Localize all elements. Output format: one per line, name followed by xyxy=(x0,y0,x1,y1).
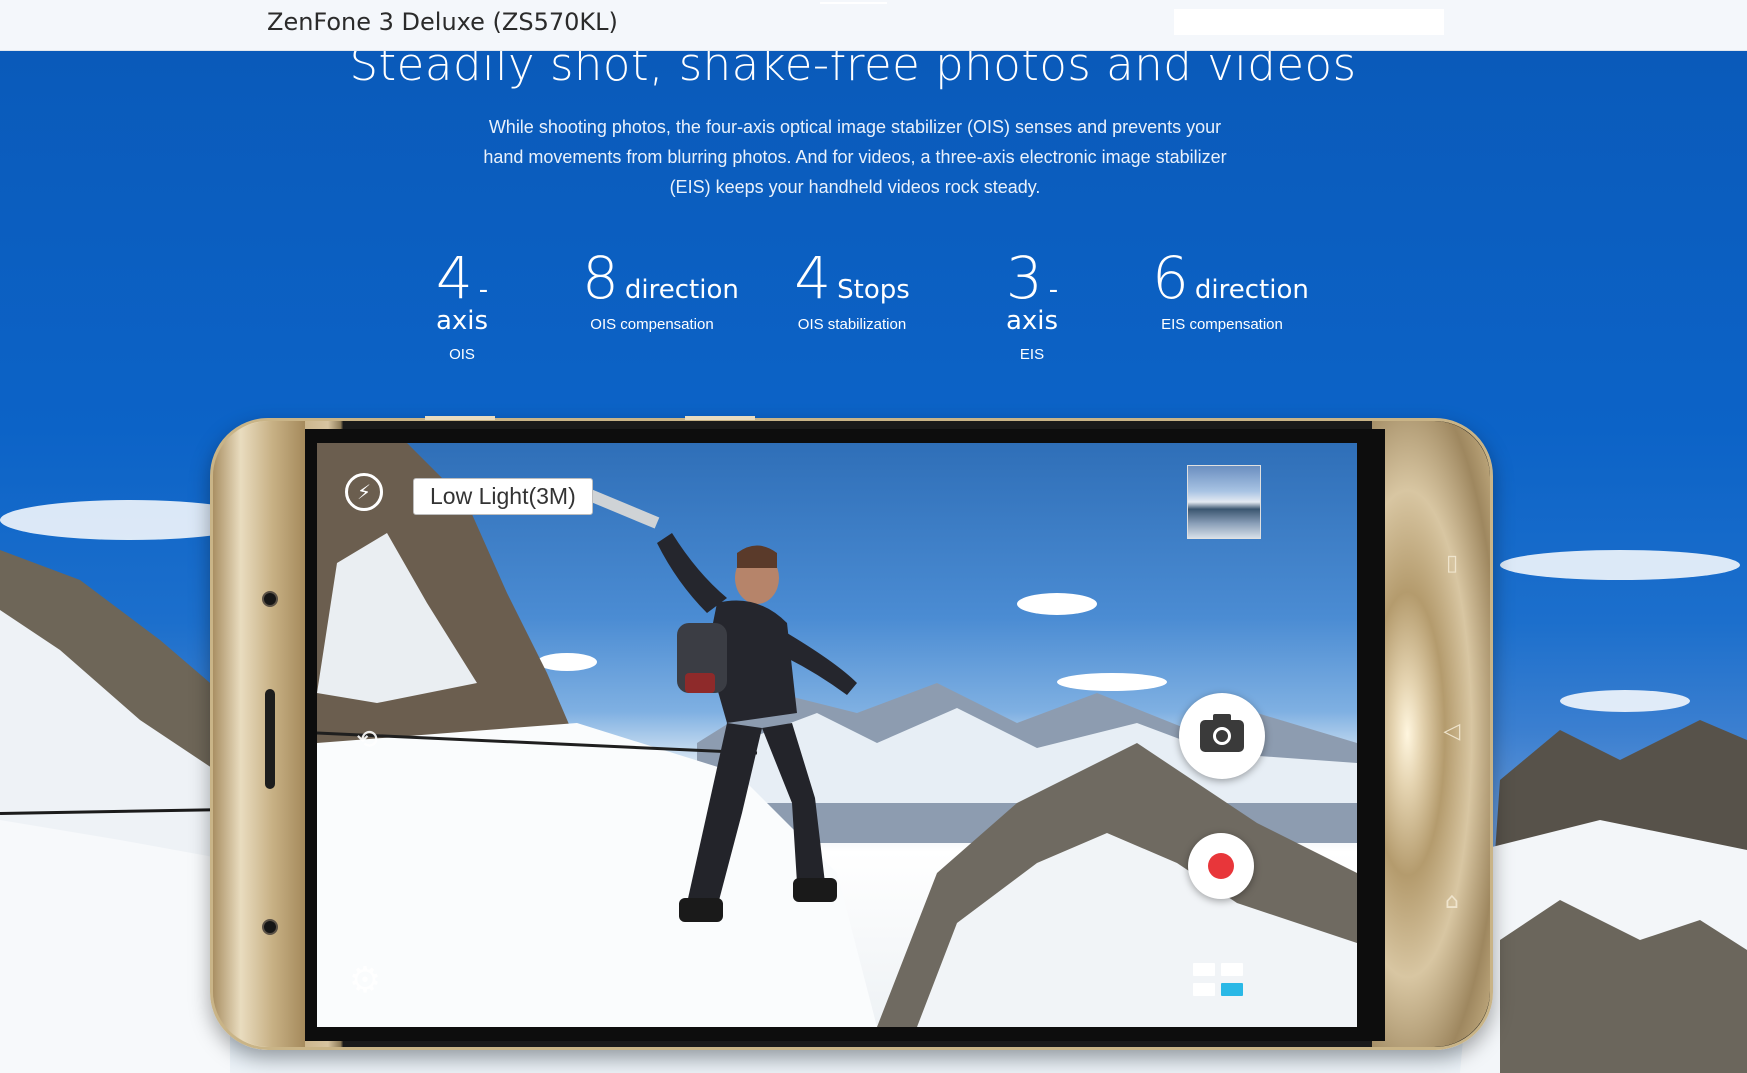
phone-left-bezel xyxy=(213,421,305,1047)
stats-row: 4- axis OIS 8 direction OIS compensation … xyxy=(0,249,1747,363)
volume-key xyxy=(425,416,495,420)
stat-unit: direction xyxy=(624,275,739,305)
camera-icon xyxy=(1200,714,1244,752)
stat-number: 6 xyxy=(1152,244,1189,312)
power-key xyxy=(685,416,755,420)
stat-number: 8 xyxy=(582,244,619,312)
top-header-bar: ZenFone 3 Deluxe (ZS570KL) xyxy=(0,0,1747,51)
stat-caption: OIS compensation xyxy=(590,316,714,333)
shutter-button[interactable] xyxy=(1179,693,1265,779)
home-icon[interactable]: ⌂ xyxy=(1439,889,1465,915)
stat-unit: Stops xyxy=(837,275,910,305)
record-icon xyxy=(1208,853,1234,879)
product-title: ZenFone 3 Deluxe (ZS570KL) xyxy=(267,8,618,36)
camera-viewfinder[interactable]: ⚡ Low Light(3M) ⟲ ⚙ xyxy=(317,443,1357,1027)
camera-mode-label[interactable]: Low Light(3M) xyxy=(413,478,593,515)
climber-figure xyxy=(557,483,857,922)
back-icon[interactable]: ◁ xyxy=(1439,719,1465,745)
stat-caption: OIS stabilization xyxy=(797,316,907,333)
search-input[interactable] xyxy=(1174,9,1444,35)
phone-right-bezel xyxy=(1372,421,1490,1047)
record-button[interactable] xyxy=(1188,833,1254,899)
recent-apps-icon[interactable]: ▯ xyxy=(1439,551,1465,577)
stat-number: 4 xyxy=(794,244,832,312)
hero-description: While shooting photos, the four-axis opt… xyxy=(483,117,1227,197)
switch-camera-icon[interactable]: ⟲ xyxy=(347,725,387,755)
phone-mockup: ⚡ Low Light(3M) ⟲ ⚙ ▯ ◁ ⌂ xyxy=(210,416,1493,1050)
earpiece xyxy=(265,689,275,789)
active-tab-indicator xyxy=(820,2,887,4)
flash-auto-icon[interactable]: ⚡ xyxy=(345,473,383,511)
stat-item: 3- axis EIS xyxy=(982,249,1082,363)
stat-item: 4- axis OIS xyxy=(412,249,512,363)
stat-item: 8 direction OIS compensation xyxy=(582,249,739,333)
sensor xyxy=(262,919,278,935)
modes-grid-icon[interactable] xyxy=(1193,963,1247,1001)
stat-item: 6 direction EIS compensation xyxy=(1152,249,1309,333)
hero-section: Steadily shot, shake-free photos and vid… xyxy=(0,0,1747,1073)
stat-number: 3 xyxy=(1005,244,1043,312)
gallery-thumbnail[interactable] xyxy=(1187,465,1261,539)
stat-item: 4 Stops OIS stabilization xyxy=(792,249,912,333)
stat-caption: EIS xyxy=(1019,346,1045,363)
gear-icon[interactable]: ⚙ xyxy=(345,961,385,1001)
stat-caption: EIS compensation xyxy=(1161,316,1283,333)
stat-unit: direction xyxy=(1194,275,1309,305)
front-camera xyxy=(262,591,278,607)
stat-number: 4 xyxy=(435,244,473,312)
stat-caption: OIS xyxy=(449,346,475,363)
